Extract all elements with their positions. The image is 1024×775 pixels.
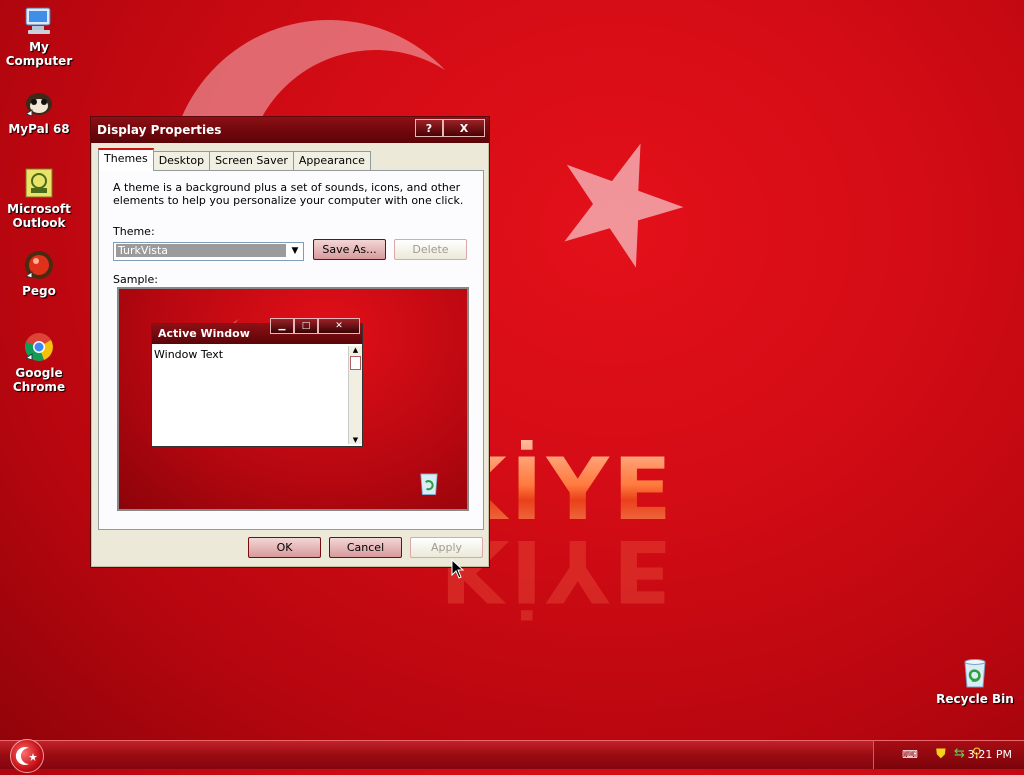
keyboard-icon[interactable]: ⌨ <box>902 748 918 761</box>
pego-icon <box>24 251 53 279</box>
outlook-icon <box>25 168 53 198</box>
help-button[interactable]: ? <box>415 119 443 137</box>
theme-select-value: TurkVista <box>116 244 286 257</box>
save-as-button[interactable]: Save As... <box>313 239 386 260</box>
tab-appearance[interactable]: Appearance <box>292 151 371 170</box>
scroll-down-icon: ▼ <box>352 436 359 444</box>
close-button[interactable]: X <box>443 119 485 137</box>
desktop-icon-label: My Computer <box>5 40 73 68</box>
theme-description: A theme is a background plus a set of so… <box>113 181 464 207</box>
recycle-bin-icon <box>964 659 986 688</box>
desktop-icon-recycle-bin[interactable]: Recycle Bin <box>933 656 1017 706</box>
mouse-cursor-icon <box>451 559 465 579</box>
theme-label: Theme: <box>113 225 155 238</box>
clock[interactable]: 3:21 PM <box>968 748 1012 761</box>
chrome-icon <box>24 333 53 361</box>
tab-screen-saver[interactable]: Screen Saver <box>209 151 294 170</box>
close-icon: ✕ <box>318 318 360 334</box>
mypal-icon <box>24 93 52 117</box>
desktop-icon-label: Pego <box>22 284 56 298</box>
cancel-button[interactable]: Cancel <box>329 537 402 558</box>
taskbar: ⌨ ⛊ ⇆ ⚲ 3:21 PM <box>0 739 1024 773</box>
ok-button[interactable]: OK <box>248 537 321 558</box>
theme-select[interactable]: TurkVista ▼ <box>113 242 304 261</box>
tab-strip: Themes Desktop Screen Saver Appearance <box>98 148 371 171</box>
chevron-down-icon[interactable]: ▼ <box>287 243 303 260</box>
maximize-icon: □ <box>294 318 318 334</box>
sample-label: Sample: <box>113 273 158 286</box>
desktop-icon-outlook[interactable]: Microsoft Outlook <box>0 166 81 230</box>
desktop-icon-chrome[interactable]: Google Chrome <box>0 330 81 394</box>
sample-window-title: Active Window <box>158 327 250 340</box>
sample-window-text: Window Text <box>154 348 224 361</box>
desktop-icon-my-computer[interactable]: My Computer <box>0 4 81 68</box>
sample-active-window: Active Window ▁ □ ✕ Window Text ▲ ▼ <box>151 318 363 447</box>
delete-button[interactable]: Delete <box>394 239 467 260</box>
desktop-icon-label: MyPal 68 <box>8 122 70 136</box>
start-crescent-icon <box>15 747 37 765</box>
desktop-icon-label: Recycle Bin <box>936 692 1014 706</box>
dialog-titlebar[interactable]: Display Properties ? X <box>91 117 489 143</box>
recycle-bin-icon <box>420 473 438 495</box>
shield-icon[interactable]: ⛊ <box>936 747 946 762</box>
themes-panel: A theme is a background plus a set of so… <box>98 170 484 530</box>
tab-themes[interactable]: Themes <box>98 148 154 171</box>
star <box>564 143 684 268</box>
minimize-icon: ▁ <box>270 318 294 334</box>
dialog-title: Display Properties <box>97 123 222 137</box>
tab-desktop[interactable]: Desktop <box>152 151 211 170</box>
display-properties-dialog: Display Properties ? X Themes Desktop Sc… <box>90 116 490 568</box>
system-tray: ⌨ ⛊ ⇆ ⚲ 3:21 PM <box>873 741 1024 769</box>
apply-button[interactable]: Apply <box>410 537 483 558</box>
sample-window-titlebar: Active Window ▁ □ ✕ <box>152 318 362 344</box>
sample-scrollbar: ▲ ▼ <box>348 346 362 444</box>
desktop-icon-mypal[interactable]: MyPal 68 <box>0 86 81 136</box>
desktop-icon-label: Microsoft Outlook <box>7 202 71 230</box>
scroll-up-icon: ▲ <box>352 346 359 354</box>
theme-sample-preview: Active Window ▁ □ ✕ Window Text ▲ ▼ <box>117 287 469 511</box>
desktop-icon-label: Google Chrome <box>12 366 66 394</box>
desktop-icon-pego[interactable]: Pego <box>0 248 81 298</box>
scroll-thumb <box>350 356 361 370</box>
computer-icon <box>25 7 51 34</box>
network-icon[interactable]: ⇆ <box>954 746 965 761</box>
